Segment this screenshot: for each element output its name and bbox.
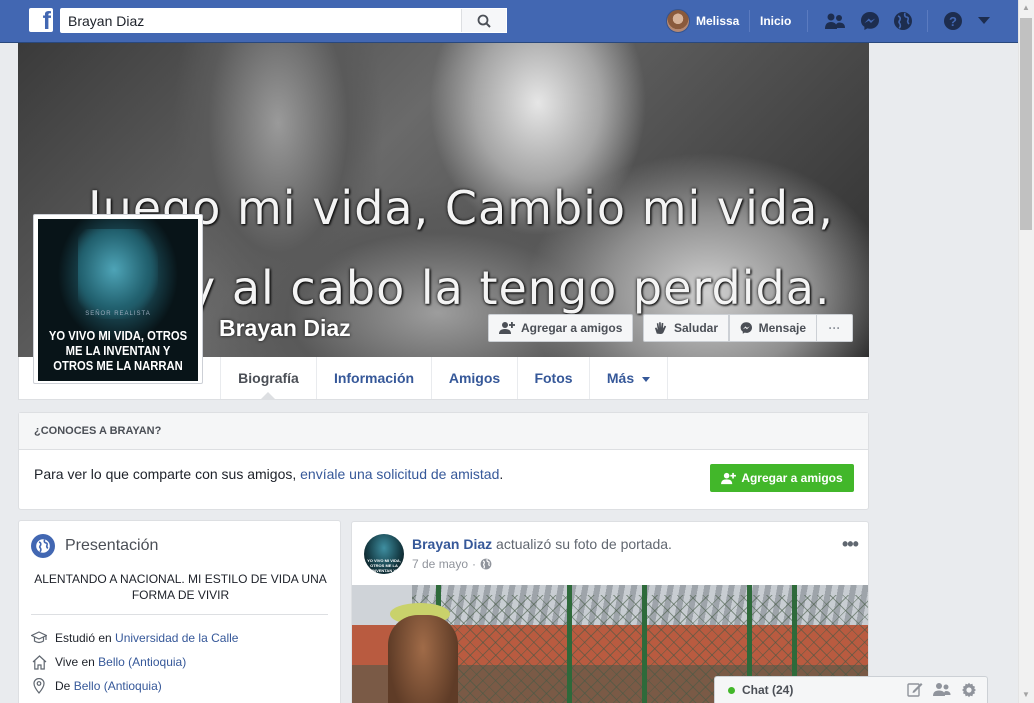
tab-friends[interactable]: Amigos [431,357,517,399]
search-button[interactable] [461,9,506,32]
profile-shortcut[interactable]: Melissa [666,9,739,33]
chat-label: Chat (24) [742,683,794,697]
tab-more[interactable]: Más [589,357,668,399]
divider [31,614,328,615]
search-box [60,8,507,33]
scroll-down-arrow-icon[interactable]: ▼ [1021,690,1031,700]
globe-icon [31,534,55,558]
profile-picture-small-text: SEÑOR REALISTA [85,311,151,317]
location-pin-icon [31,678,47,694]
home-link[interactable]: Inicio [760,14,791,28]
post-action-text: actualizó su foto de portada. [492,536,672,552]
wave-button[interactable]: Saludar [643,314,729,342]
divider [927,10,928,32]
online-status-icon [728,686,735,694]
add-friend-button[interactable]: Agregar a amigos [488,314,634,342]
profile-picture[interactable]: SEÑOR REALISTA YO VIVO MI VIDA, OTROS ME… [33,214,203,384]
intro-hometown: De Bello (Antioquia) [31,678,162,694]
add-friend-button-green[interactable]: Agregar a amigos [710,464,854,492]
wave-label: Saludar [673,321,718,335]
divider [749,10,750,32]
friend-suggestion-text: Para ver lo que comparte con sus amigos,… [34,466,504,482]
add-friend-icon [499,322,515,334]
intro-education: Estudió en Universidad de la Calle [31,630,238,646]
search-icon [477,14,491,28]
avatar [666,9,690,33]
chat-bar[interactable]: Chat (24) [714,676,988,703]
group-icon[interactable] [933,682,951,697]
profile-name[interactable]: Brayan Diaz [219,315,351,342]
intro-title: Presentación [65,537,159,554]
intro-header: Presentación [31,534,158,558]
current-city-link[interactable]: Bello (Antioquia) [98,655,186,669]
intro-bio: ALENTANDO A NACIONAL. MI ESTILO DE VIDA … [34,572,327,602]
post-header: Brayan Diaz actualizó su foto de portada… [412,536,672,552]
add-friend-label: Agregar a amigos [521,321,623,335]
add-friend-icon [721,472,737,484]
facebook-logo-icon[interactable]: f [29,8,53,32]
send-friend-request-link[interactable]: envíale una solicitud de amistad [300,466,499,482]
divider [807,10,808,32]
top-navigation-bar: f Melissa Inicio ? [0,0,1018,43]
more-options-icon: ··· [828,321,841,335]
notifications-globe-icon[interactable] [892,11,914,31]
education-link[interactable]: Universidad de la Calle [115,631,238,645]
messenger-icon [740,322,753,334]
post-options-button[interactable]: ••• [842,534,859,555]
scroll-up-arrow-icon[interactable]: ▲ [1021,3,1031,13]
tab-about[interactable]: Información [316,357,431,399]
message-label: Mensaje [758,321,806,335]
svg-text:?: ? [949,14,957,29]
search-input[interactable] [61,9,461,32]
profile-picture-text: YO VIVO MI VIDA, OTROS ME LA INVENTAN Y … [48,329,188,373]
friend-suggestion-title: ¿CONOCES A BRAYAN? [19,413,868,450]
message-button[interactable]: Mensaje [729,314,817,342]
chat-tools [907,682,977,698]
cover-quote-line2: y al cabo la tengo perdida. [188,261,831,315]
profile-picture-image: SEÑOR REALISTA YO VIVO MI VIDA, OTROS ME… [38,219,198,381]
more-options-button[interactable]: ··· [816,314,853,342]
friend-suggestion-box: ¿CONOCES A BRAYAN? Para ver lo que compa… [18,412,869,510]
post-avatar-text: YO VIVO MI VIDA, OTROS ME LA INVENTAN Y … [367,558,401,574]
friend-requests-icon[interactable] [824,11,846,31]
post-meta: 7 de mayo · [412,557,492,571]
caret-down-icon [642,376,651,382]
tab-photos[interactable]: Fotos [517,357,589,399]
post-date[interactable]: 7 de mayo [412,557,468,571]
scrollbar-thumb[interactable] [1020,18,1032,230]
graduation-cap-icon [31,630,47,646]
hometown-link[interactable]: Bello (Antioquia) [74,679,162,693]
home-icon [31,654,47,670]
intro-current-city: Vive en Bello (Antioquia) [31,654,186,670]
caret-down-icon[interactable] [973,11,995,31]
public-globe-icon[interactable] [480,558,492,570]
post-author-link[interactable]: Brayan Diaz [412,536,492,552]
messenger-icon[interactable] [859,11,881,31]
post-author-avatar[interactable]: YO VIVO MI VIDA, OTROS ME LA INVENTAN Y … [364,534,404,574]
active-tab-indicator [261,392,275,399]
wave-icon [654,322,667,335]
add-friend-label: Agregar a amigos [741,471,843,485]
compose-icon[interactable] [907,682,923,697]
gear-icon[interactable] [961,682,977,698]
intro-card: Presentación ALENTANDO A NACIONAL. MI ES… [18,520,341,703]
user-name: Melissa [696,14,740,28]
help-icon[interactable]: ? [942,11,964,31]
tab-more-label: Más [606,370,635,386]
